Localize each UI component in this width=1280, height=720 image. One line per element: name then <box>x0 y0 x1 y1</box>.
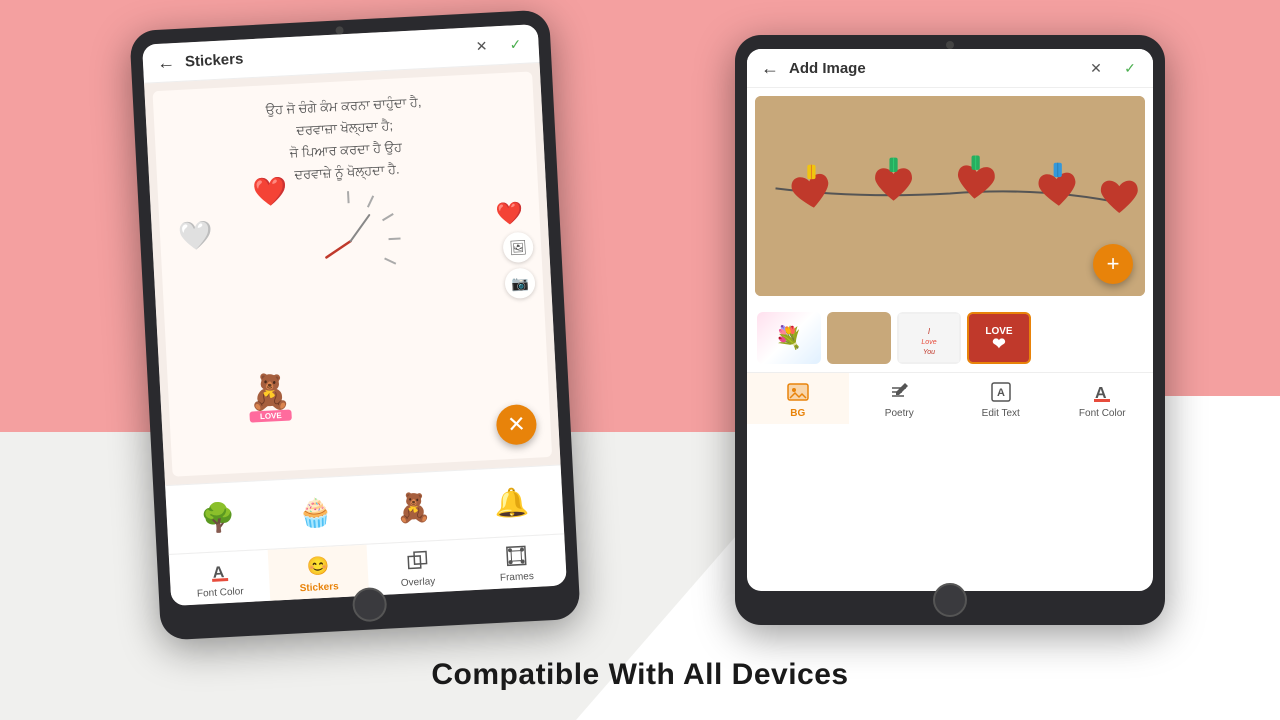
right-tablet: ← Add Image ✕ ✓ <box>735 35 1165 625</box>
edit-text-label: Edit Text <box>982 408 1020 419</box>
edit-text-icon: A <box>988 379 1014 405</box>
toolbar-right-font-color[interactable]: A Font Color <box>1052 373 1154 424</box>
poetry-icon <box>886 379 912 405</box>
image-tool-icon[interactable]: 🖼 <box>502 232 534 264</box>
thumb-flowers[interactable]: 💐 <box>757 312 821 364</box>
frames-label: Frames <box>500 571 534 584</box>
left-header-left: ← Stickers <box>154 47 243 74</box>
left-canvas-area: ਉਹ ਜੋ ਚੰਗੇ ਕੰਮ ਕਰਨਾ ਚਾਹੁੰਦਾ ਹੈ, ਦਰਵਾਜ਼ਾ … <box>144 63 560 485</box>
svg-text:Love: Love <box>921 339 936 346</box>
thumb-text-content: I Love You <box>897 312 961 364</box>
stickers-icon: 😊 <box>304 553 331 580</box>
left-close-button[interactable]: ✕ <box>470 34 493 57</box>
left-fab-button[interactable]: ✕ <box>495 404 537 446</box>
sticker-cupcake[interactable]: 🧁 <box>288 485 343 540</box>
thumbnail-strip: 💐 I Love You <box>747 304 1153 372</box>
tool-icons-overlay: 🖼 📷 <box>502 232 535 299</box>
toolbar-edit-text[interactable]: A Edit Text <box>950 373 1052 424</box>
sticker-bear[interactable]: 🧸 <box>386 480 441 535</box>
left-canvas: ਉਹ ਜੋ ਚੰਗੇ ਕੰਮ ਕਰਨਾ ਚਾਹੁੰਦਾ ਹੈ, ਦਰਵਾਜ਼ਾ … <box>152 71 552 476</box>
canvas-heart-outline: 🤍 <box>177 218 214 253</box>
thumb-text-item[interactable]: I Love You <box>897 312 961 364</box>
right-check-button[interactable]: ✓ <box>1119 57 1141 79</box>
bg-icon <box>785 379 811 405</box>
left-tablet-screen: ← Stickers ✕ ✓ ਉਹ ਜੋ ਚੰਗੇ ਕੰਮ ਕਰਨਾ ਚਾਹੁੰ… <box>142 24 567 606</box>
right-tablet-screen: ← Add Image ✕ ✓ <box>747 49 1153 591</box>
right-app-header: ← Add Image ✕ ✓ <box>747 49 1153 88</box>
right-header-left: ← Add Image <box>759 57 866 79</box>
canvas-bear-sticker: 🧸 LOVE <box>247 371 292 422</box>
right-tablet-frame: ← Add Image ✕ ✓ <box>735 35 1165 625</box>
font-color-icon: A <box>206 558 233 585</box>
right-font-color-icon: A <box>1089 379 1115 405</box>
toolbar-stickers[interactable]: 😊 Stickers <box>268 545 370 601</box>
frames-icon <box>502 542 529 569</box>
poetry-label: Poetry <box>885 408 914 419</box>
left-back-button[interactable]: ← <box>154 51 177 74</box>
thumb-brown-content <box>827 312 891 364</box>
toolbar-font-color[interactable]: A Font Color <box>169 550 271 606</box>
sticker-bell[interactable]: 🔔 <box>484 475 539 530</box>
left-header-title: Stickers <box>185 50 244 70</box>
left-check-button[interactable]: ✓ <box>504 33 527 56</box>
hearts-clothesline-scene <box>755 96 1145 296</box>
right-font-color-label: Font Color <box>1079 408 1126 419</box>
right-header-icons: ✕ ✓ <box>1085 57 1141 79</box>
sticker-tree[interactable]: 🌳 <box>191 490 246 545</box>
toolbar-poetry[interactable]: Poetry <box>849 373 951 424</box>
toolbar-bg[interactable]: BG <box>747 373 849 424</box>
thumb-love-content: LOVE ❤ <box>969 314 1029 362</box>
camera-tool-icon[interactable]: 📷 <box>504 268 536 300</box>
svg-text:❤: ❤ <box>992 336 1005 353</box>
svg-text:You: You <box>923 349 935 356</box>
right-fab-button[interactable]: + <box>1093 244 1133 284</box>
thumb-flowers-content: 💐 <box>757 312 821 364</box>
toolbar-frames[interactable]: Frames <box>465 534 567 590</box>
canvas-heart-red2: ❤️ <box>495 200 524 227</box>
tagline: Compatible With All Devices <box>0 658 1280 692</box>
thumb-brown[interactable] <box>827 312 891 364</box>
canvas-heart-sticker: ❤️ <box>252 174 289 209</box>
right-back-button[interactable]: ← <box>759 57 781 79</box>
toolbar-overlay[interactable]: Overlay <box>367 540 469 596</box>
overlay-label: Overlay <box>401 576 436 589</box>
thumb-love-item[interactable]: LOVE ❤ <box>967 312 1031 364</box>
right-close-button[interactable]: ✕ <box>1085 57 1107 79</box>
bg-label: BG <box>790 408 805 419</box>
stickers-label: Stickers <box>299 581 338 594</box>
right-bottom-toolbar: BG Poetry <box>747 372 1153 424</box>
clock-decoration <box>288 178 414 304</box>
left-tablet-frame: ← Stickers ✕ ✓ ਉਹ ਜੋ ਚੰਗੇ ਕੰਮ ਕਰਨਾ ਚਾਹੁੰ… <box>129 9 580 640</box>
overlay-icon <box>403 547 430 574</box>
svg-text:A: A <box>997 387 1005 399</box>
left-header-icons: ✕ ✓ <box>470 33 527 58</box>
font-color-label: Font Color <box>197 586 244 599</box>
left-tablet: ← Stickers ✕ ✓ ਉਹ ਜੋ ਚੰਗੇ ਕੰਮ ਕਰਨਾ ਚਾਹੁੰ… <box>129 9 580 640</box>
right-header-title: Add Image <box>789 60 866 77</box>
right-image-area: + <box>755 96 1145 296</box>
